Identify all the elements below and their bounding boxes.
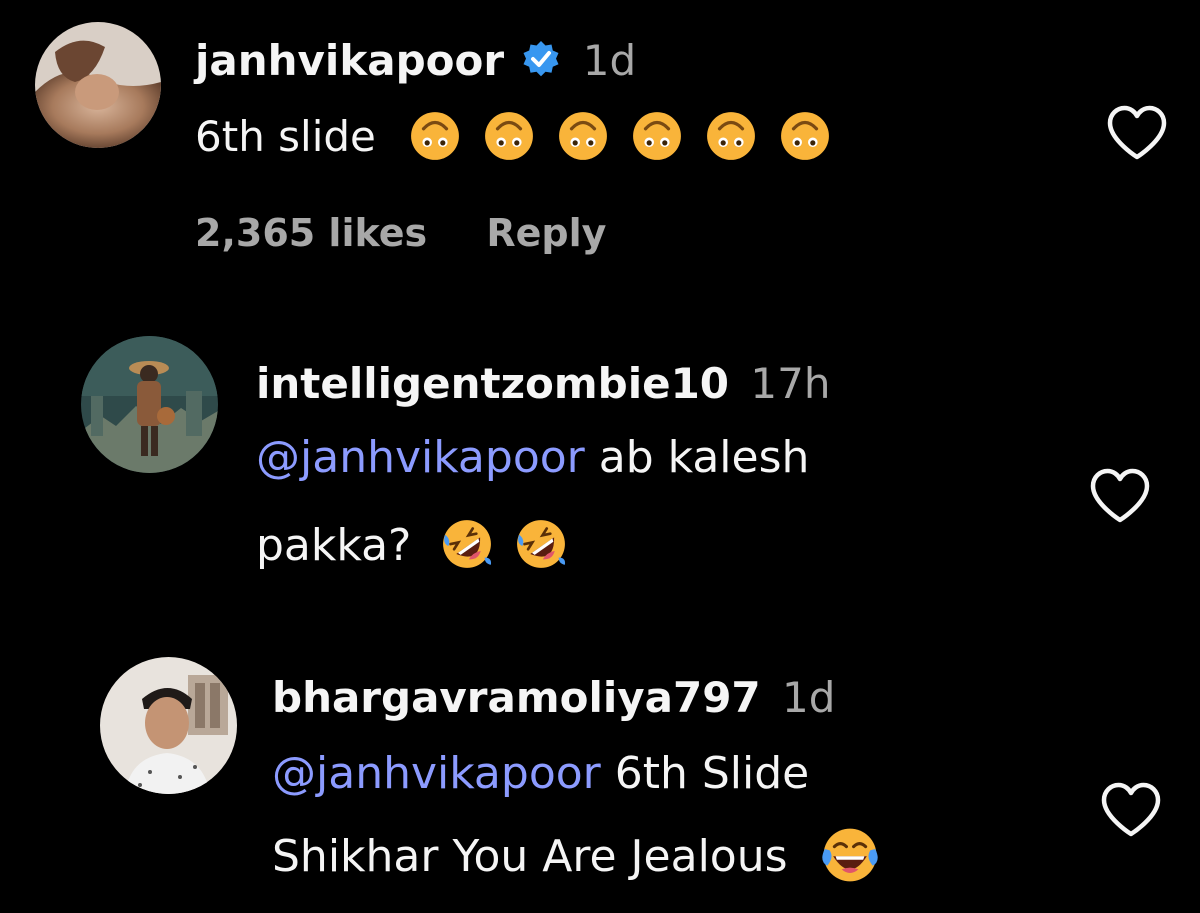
comment-text: 6th slide xyxy=(195,112,376,161)
mention-link[interactable]: @janhvikapoor xyxy=(272,748,601,799)
timestamp: 17h xyxy=(750,359,831,408)
comment-text: 6th Slide xyxy=(600,748,810,799)
verified-badge-icon xyxy=(521,40,561,87)
comment-body-line2: Shikhar You Are Jealous xyxy=(272,825,890,893)
comment-header: intelligentzombie10 17h xyxy=(256,363,830,405)
upside-down-face-emoji xyxy=(779,110,831,169)
timestamp: 1d xyxy=(782,673,836,722)
comment-text-line2: Shikhar You Are Jealous xyxy=(272,831,788,882)
rolling-on-floor-laughing-emoji xyxy=(441,518,493,578)
heart-outline-icon[interactable] xyxy=(1089,468,1151,524)
emoji-group xyxy=(441,520,589,571)
reply-bhargavramoliya797: bhargavramoliya797 1d @janhvikapoor 6th … xyxy=(0,645,1200,913)
comment-header: bhargavramoliya797 1d xyxy=(272,677,835,719)
comment-header: janhvikapoor 1d xyxy=(195,40,636,87)
comment-janhvikapoor: janhvikapoor 1d 6th slide 2,365 likes Re… xyxy=(0,0,1200,290)
username[interactable]: bhargavramoliya797 xyxy=(272,673,761,722)
emoji-group xyxy=(409,112,853,161)
emoji-group xyxy=(820,828,890,882)
mention-link[interactable]: @janhvikapoor xyxy=(256,432,585,483)
reply-button[interactable]: Reply xyxy=(486,211,606,255)
likes-count[interactable]: 2,365 likes xyxy=(195,211,427,255)
avatar[interactable] xyxy=(35,22,161,148)
upside-down-face-emoji xyxy=(483,110,535,169)
comment-body: 6th slide xyxy=(195,110,853,169)
reply-intelligentzombie10: intelligentzombie10 17h @janhvikapoor ab… xyxy=(0,330,1200,610)
avatar[interactable] xyxy=(100,657,237,794)
upside-down-face-emoji xyxy=(705,110,757,169)
avatar[interactable] xyxy=(81,336,218,473)
face-with-tears-of-joy-emoji xyxy=(820,825,880,893)
timestamp: 1d xyxy=(582,36,637,85)
upside-down-face-emoji xyxy=(409,110,461,169)
comment-text-line2: pakka? xyxy=(256,520,412,571)
username[interactable]: intelligentzombie10 xyxy=(256,359,729,408)
comment-meta: 2,365 likes Reply xyxy=(195,214,652,252)
comment-body: @janhvikapoor ab kalesh xyxy=(256,436,809,480)
rolling-on-floor-laughing-emoji xyxy=(515,518,567,578)
upside-down-face-emoji xyxy=(631,110,683,169)
username[interactable]: janhvikapoor xyxy=(195,36,504,85)
comment-body: @janhvikapoor 6th Slide xyxy=(272,752,809,796)
comment-body-line2: pakka? xyxy=(256,518,589,578)
upside-down-face-emoji xyxy=(557,110,609,169)
heart-outline-icon[interactable] xyxy=(1106,105,1168,161)
heart-outline-icon[interactable] xyxy=(1100,782,1162,838)
comment-text: ab kalesh xyxy=(584,432,810,483)
